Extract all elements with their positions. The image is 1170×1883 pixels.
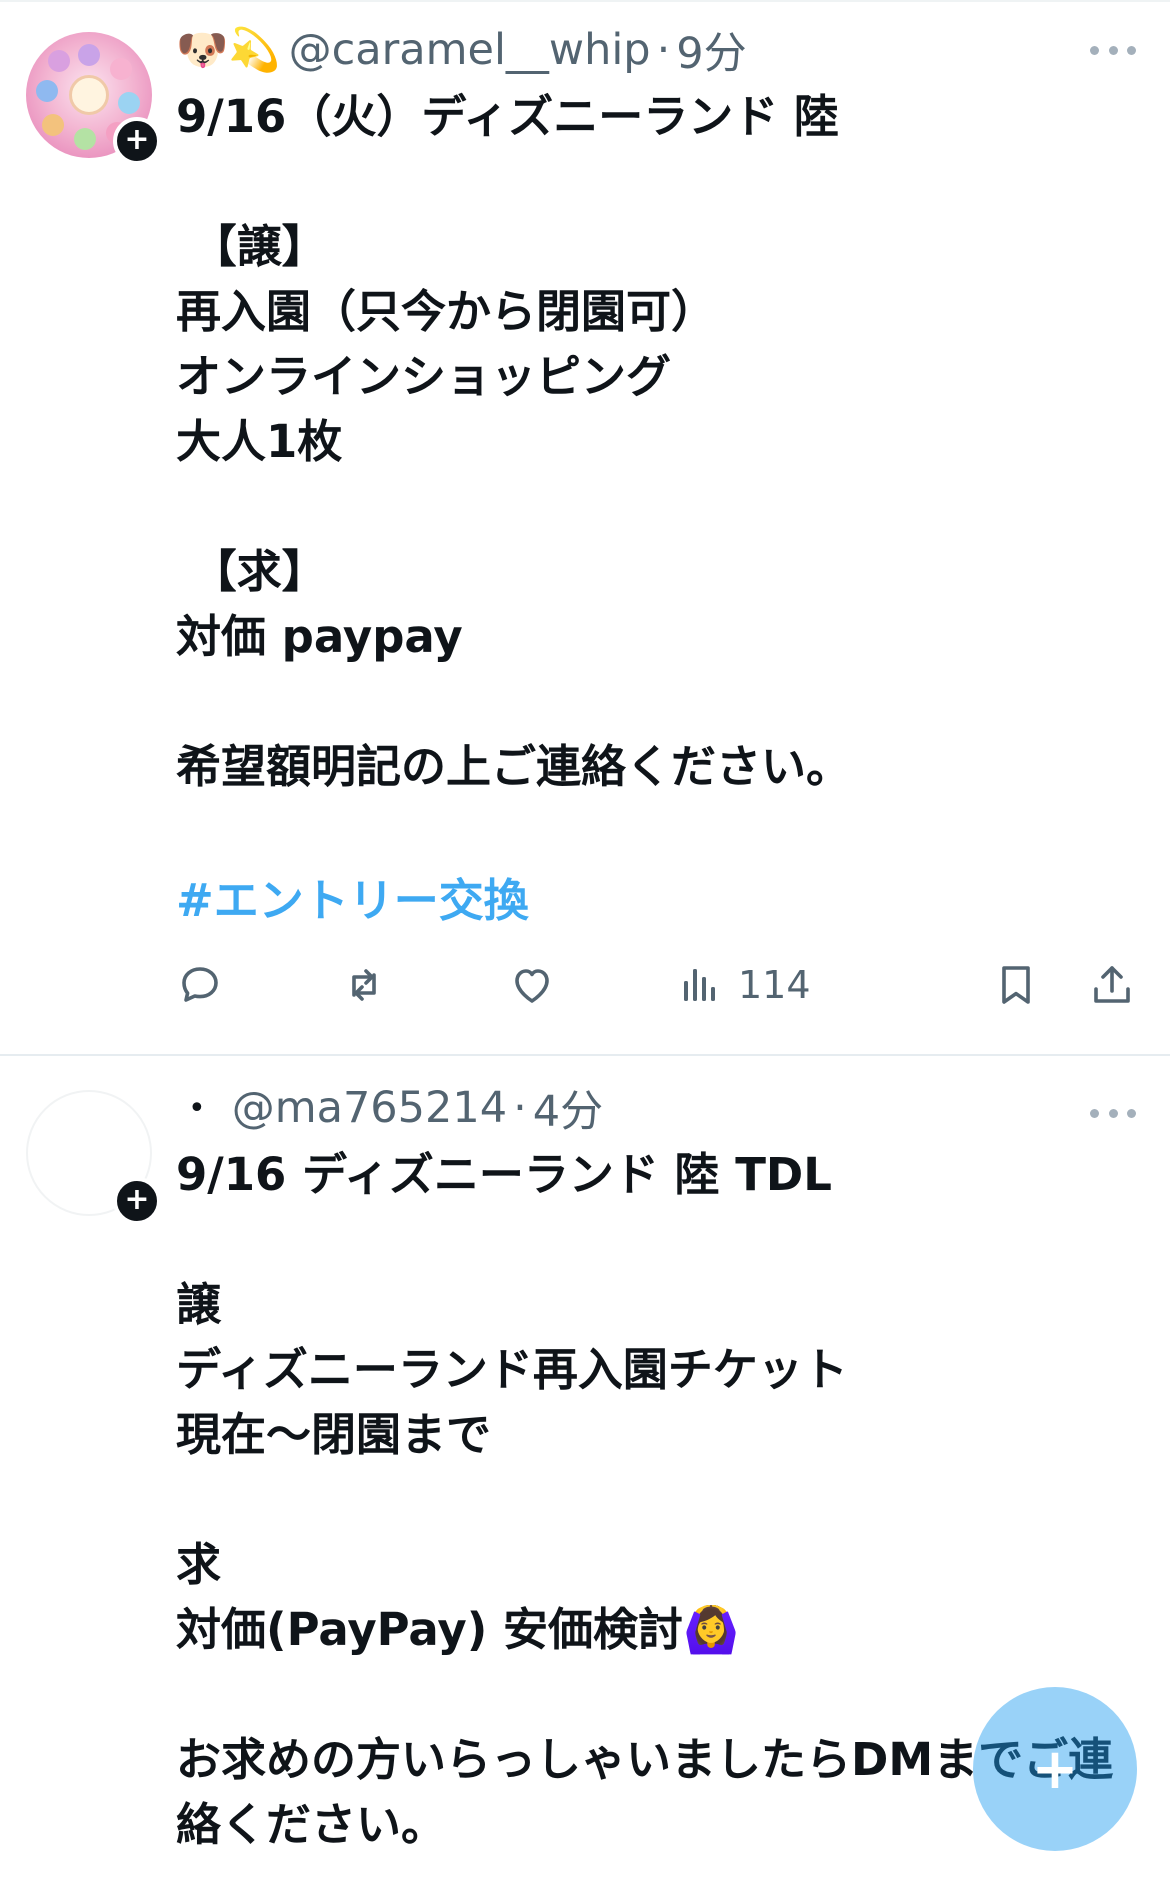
display-name-bullet: •: [188, 1090, 206, 1126]
compose-plus-icon: +: [1031, 1736, 1079, 1802]
tweet-header: • @ma765214 · 4分: [176, 1077, 603, 1139]
user-handle[interactable]: @ma765214: [232, 1083, 507, 1133]
heart-icon: [515, 969, 549, 1003]
more-options-icon[interactable]: [1090, 1106, 1136, 1120]
share-button[interactable]: [1088, 955, 1136, 1015]
separator: ·: [513, 1083, 527, 1133]
share-icon: [1094, 966, 1130, 1003]
views-count: 114: [738, 963, 811, 1007]
compose-button[interactable]: +: [973, 1687, 1137, 1851]
separator: ·: [656, 25, 671, 75]
bookmark-button[interactable]: [992, 955, 1040, 1015]
like-button[interactable]: [508, 955, 556, 1015]
hashtag-link[interactable]: #エントリー交換: [176, 868, 529, 933]
retweet-button[interactable]: [340, 955, 388, 1015]
user-handle[interactable]: @caramel__whip: [289, 25, 651, 75]
bookmark-icon: [1002, 966, 1030, 1004]
views-button[interactable]: 114: [676, 955, 811, 1015]
timestamp[interactable]: 4分: [533, 1077, 603, 1139]
more-options-icon[interactable]: [1090, 43, 1136, 57]
tweet-actions: 114: [176, 955, 1136, 1015]
timestamp[interactable]: 9分: [676, 19, 746, 81]
tweet[interactable]: + 🐶💫 @caramel__whip · 9分 9/16（火）ディズニーランド…: [0, 0, 1170, 1054]
retweet-icon: [352, 969, 376, 1001]
follow-plus-icon[interactable]: +: [113, 117, 161, 165]
follow-plus-icon[interactable]: +: [113, 1177, 161, 1225]
tweet-header: 🐶💫 @caramel__whip · 9分: [176, 19, 747, 81]
tweet-text: 9/16（火）ディズニーランド 陸 【譲】 再入園（只今から閉園可） オンライン…: [176, 90, 852, 793]
reply-button[interactable]: [176, 955, 224, 1015]
reply-icon: [182, 967, 218, 1002]
display-name-emoji: 🐶💫: [176, 25, 281, 74]
views-icon: [684, 969, 715, 1001]
